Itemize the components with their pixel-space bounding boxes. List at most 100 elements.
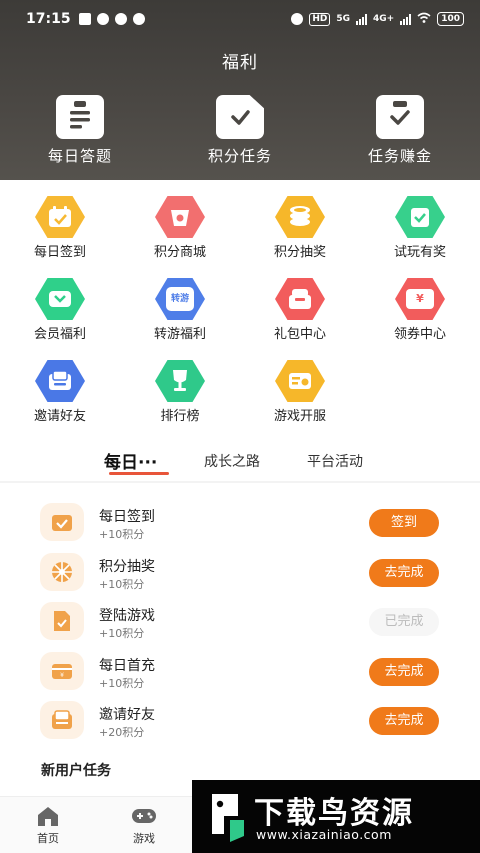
grid-label: 领券中心: [393, 327, 446, 342]
task-points: +10积分: [99, 676, 145, 690]
go-complete-button[interactable]: 去完成: [369, 558, 439, 587]
task-earn-clipboard-icon: [376, 95, 424, 139]
completed-button[interactable]: 已完成: [369, 608, 439, 636]
link-icon: [114, 13, 127, 25]
tab-platform-events[interactable]: 平台活动: [307, 451, 363, 471]
calendar-checkin-icon: [35, 196, 85, 238]
feature-points-task[interactable]: 积分任务: [160, 95, 320, 166]
feature-label: 积分任务: [207, 147, 272, 165]
trial-reward-icon: [395, 196, 445, 238]
feature-daily-quiz[interactable]: 每日答题: [0, 95, 160, 166]
feature-label: 每日答题: [47, 147, 112, 165]
member-gift-icon: [35, 278, 85, 320]
grid-label: 积分抽奖: [273, 245, 326, 260]
tab-growth-path[interactable]: 成长之路: [204, 451, 260, 471]
battery-icon: 100: [437, 12, 464, 26]
page-title: 福利: [222, 53, 258, 73]
grid-item-points-lottery[interactable]: 积分抽奖: [240, 196, 360, 278]
qq-icon: [96, 13, 109, 25]
recharge-card-icon: ¥: [40, 651, 84, 690]
server-open-icon: [275, 360, 325, 402]
coupon-badge: ¥: [406, 289, 434, 309]
task-row-login-game: 登陆游戏 +10积分 已完成: [0, 599, 480, 649]
watermark-title: 下载鸟资源: [254, 796, 414, 831]
coupon-icon: ¥: [395, 278, 445, 320]
grid-label: 转游福利: [153, 327, 206, 342]
status-bar: 17:15 HD 5G 4G+ 100: [0, 0, 480, 38]
hd-badge: HD: [309, 12, 331, 26]
grid-item-coupon-center[interactable]: ¥ 领券中心: [360, 278, 480, 360]
svg-text:¥: ¥: [60, 672, 64, 679]
nav-label: 游戏: [133, 832, 155, 845]
wifi-icon: [417, 12, 431, 26]
task-tabs: 每日··· 成长之路 平台活动: [0, 447, 480, 481]
points-mall-icon: [155, 196, 205, 238]
watermark: 下载鸟资源 www.xiazainiao.com: [192, 780, 480, 853]
grid-label: 排行榜: [160, 409, 200, 424]
login-game-icon: [40, 602, 84, 640]
checkin-calendar-icon: [40, 503, 84, 541]
tab-daily[interactable]: 每日···: [104, 448, 157, 473]
grid-item-transfer-game[interactable]: 转游 转游福利: [120, 278, 240, 360]
gift-box-icon: [275, 278, 325, 320]
task-points: +20积分: [99, 726, 145, 739]
bird-logo-icon: [212, 794, 244, 842]
trophy-icon: [155, 360, 205, 402]
grid-item-invite-friends[interactable]: 邀请好友: [0, 360, 120, 442]
task-title: 积分抽奖: [99, 558, 155, 575]
grid-label: 游戏开服: [273, 409, 326, 424]
divider: [0, 481, 480, 483]
feature-task-earn[interactable]: 任务赚金: [320, 95, 480, 166]
coin-stack-icon: [275, 196, 325, 238]
lottery-wheel-icon: [40, 552, 84, 591]
home-icon: [38, 807, 58, 826]
network-5g-label: 5G: [336, 14, 350, 24]
grid-item-trial-reward[interactable]: 试玩有奖: [360, 196, 480, 278]
grid-item-member-benefits[interactable]: 会员福利: [0, 278, 120, 360]
nav-games[interactable]: 游戏: [119, 805, 169, 846]
task-title: 每日首充: [99, 657, 155, 674]
grid-item-gift-center[interactable]: 礼包中心: [240, 278, 360, 360]
go-complete-button[interactable]: 去完成: [369, 657, 439, 686]
feature-label: 任务赚金: [367, 147, 432, 165]
notification-check-icon: [78, 13, 91, 25]
points-task-document-icon: [216, 95, 264, 139]
nav-home[interactable]: 首页: [23, 805, 73, 846]
go-complete-button[interactable]: 去完成: [369, 707, 439, 735]
task-list: 每日签到 +10积分 签到 积分抽奖 +10积分 去完成 登陆游戏 +10积分 …: [0, 500, 480, 748]
quiz-clipboard-icon: [56, 95, 104, 139]
alarm-icon: [291, 13, 304, 25]
task-points: +10积分: [99, 627, 145, 640]
watermark-url: www.xiazainiao.com: [256, 827, 392, 842]
grid-label: 试玩有奖: [393, 245, 446, 260]
task-row-first-recharge: ¥ 每日首充 +10积分 去完成: [0, 649, 480, 699]
header: 17:15 HD 5G 4G+ 100 福利 每日答题 积分任务 任务赚金: [0, 0, 480, 180]
tab-indicator: [109, 472, 169, 475]
task-points: +10积分: [99, 577, 145, 591]
task-title: 登陆游戏: [99, 608, 155, 624]
task-title: 每日签到: [99, 509, 155, 525]
invite-mail-icon: [40, 701, 84, 739]
grid-item-daily-checkin[interactable]: 每日签到: [0, 196, 120, 278]
task-title: 邀请好友: [99, 707, 155, 723]
status-time: 17:15: [26, 11, 71, 27]
grid-label: 会员福利: [33, 327, 86, 342]
grid-item-leaderboard[interactable]: 排行榜: [120, 360, 240, 442]
transfer-game-icon: 转游: [155, 278, 205, 320]
signal-icon: [356, 13, 367, 25]
invite-envelope-icon: [35, 360, 85, 402]
gamepad-icon: [132, 809, 156, 823]
transfer-badge: 转游: [166, 287, 194, 311]
checkin-button[interactable]: 签到: [369, 509, 439, 537]
task-row-invite-friends: 邀请好友 +20积分 去完成: [0, 698, 480, 748]
grid-item-server-open[interactable]: 游戏开服: [240, 360, 360, 442]
signal-icon-2: [400, 13, 412, 25]
grid-label: 每日签到: [33, 245, 86, 260]
new-user-tasks-heading: 新用户任务: [41, 763, 111, 779]
grid-item-points-mall[interactable]: 积分商城: [120, 196, 240, 278]
task-row-daily-checkin: 每日签到 +10积分 签到: [0, 500, 480, 550]
task-row-points-lottery: 积分抽奖 +10积分 去完成: [0, 550, 480, 600]
grid-label: 邀请好友: [33, 409, 86, 424]
chat-icon: [132, 13, 145, 25]
network-4g-label: 4G+: [373, 14, 395, 24]
